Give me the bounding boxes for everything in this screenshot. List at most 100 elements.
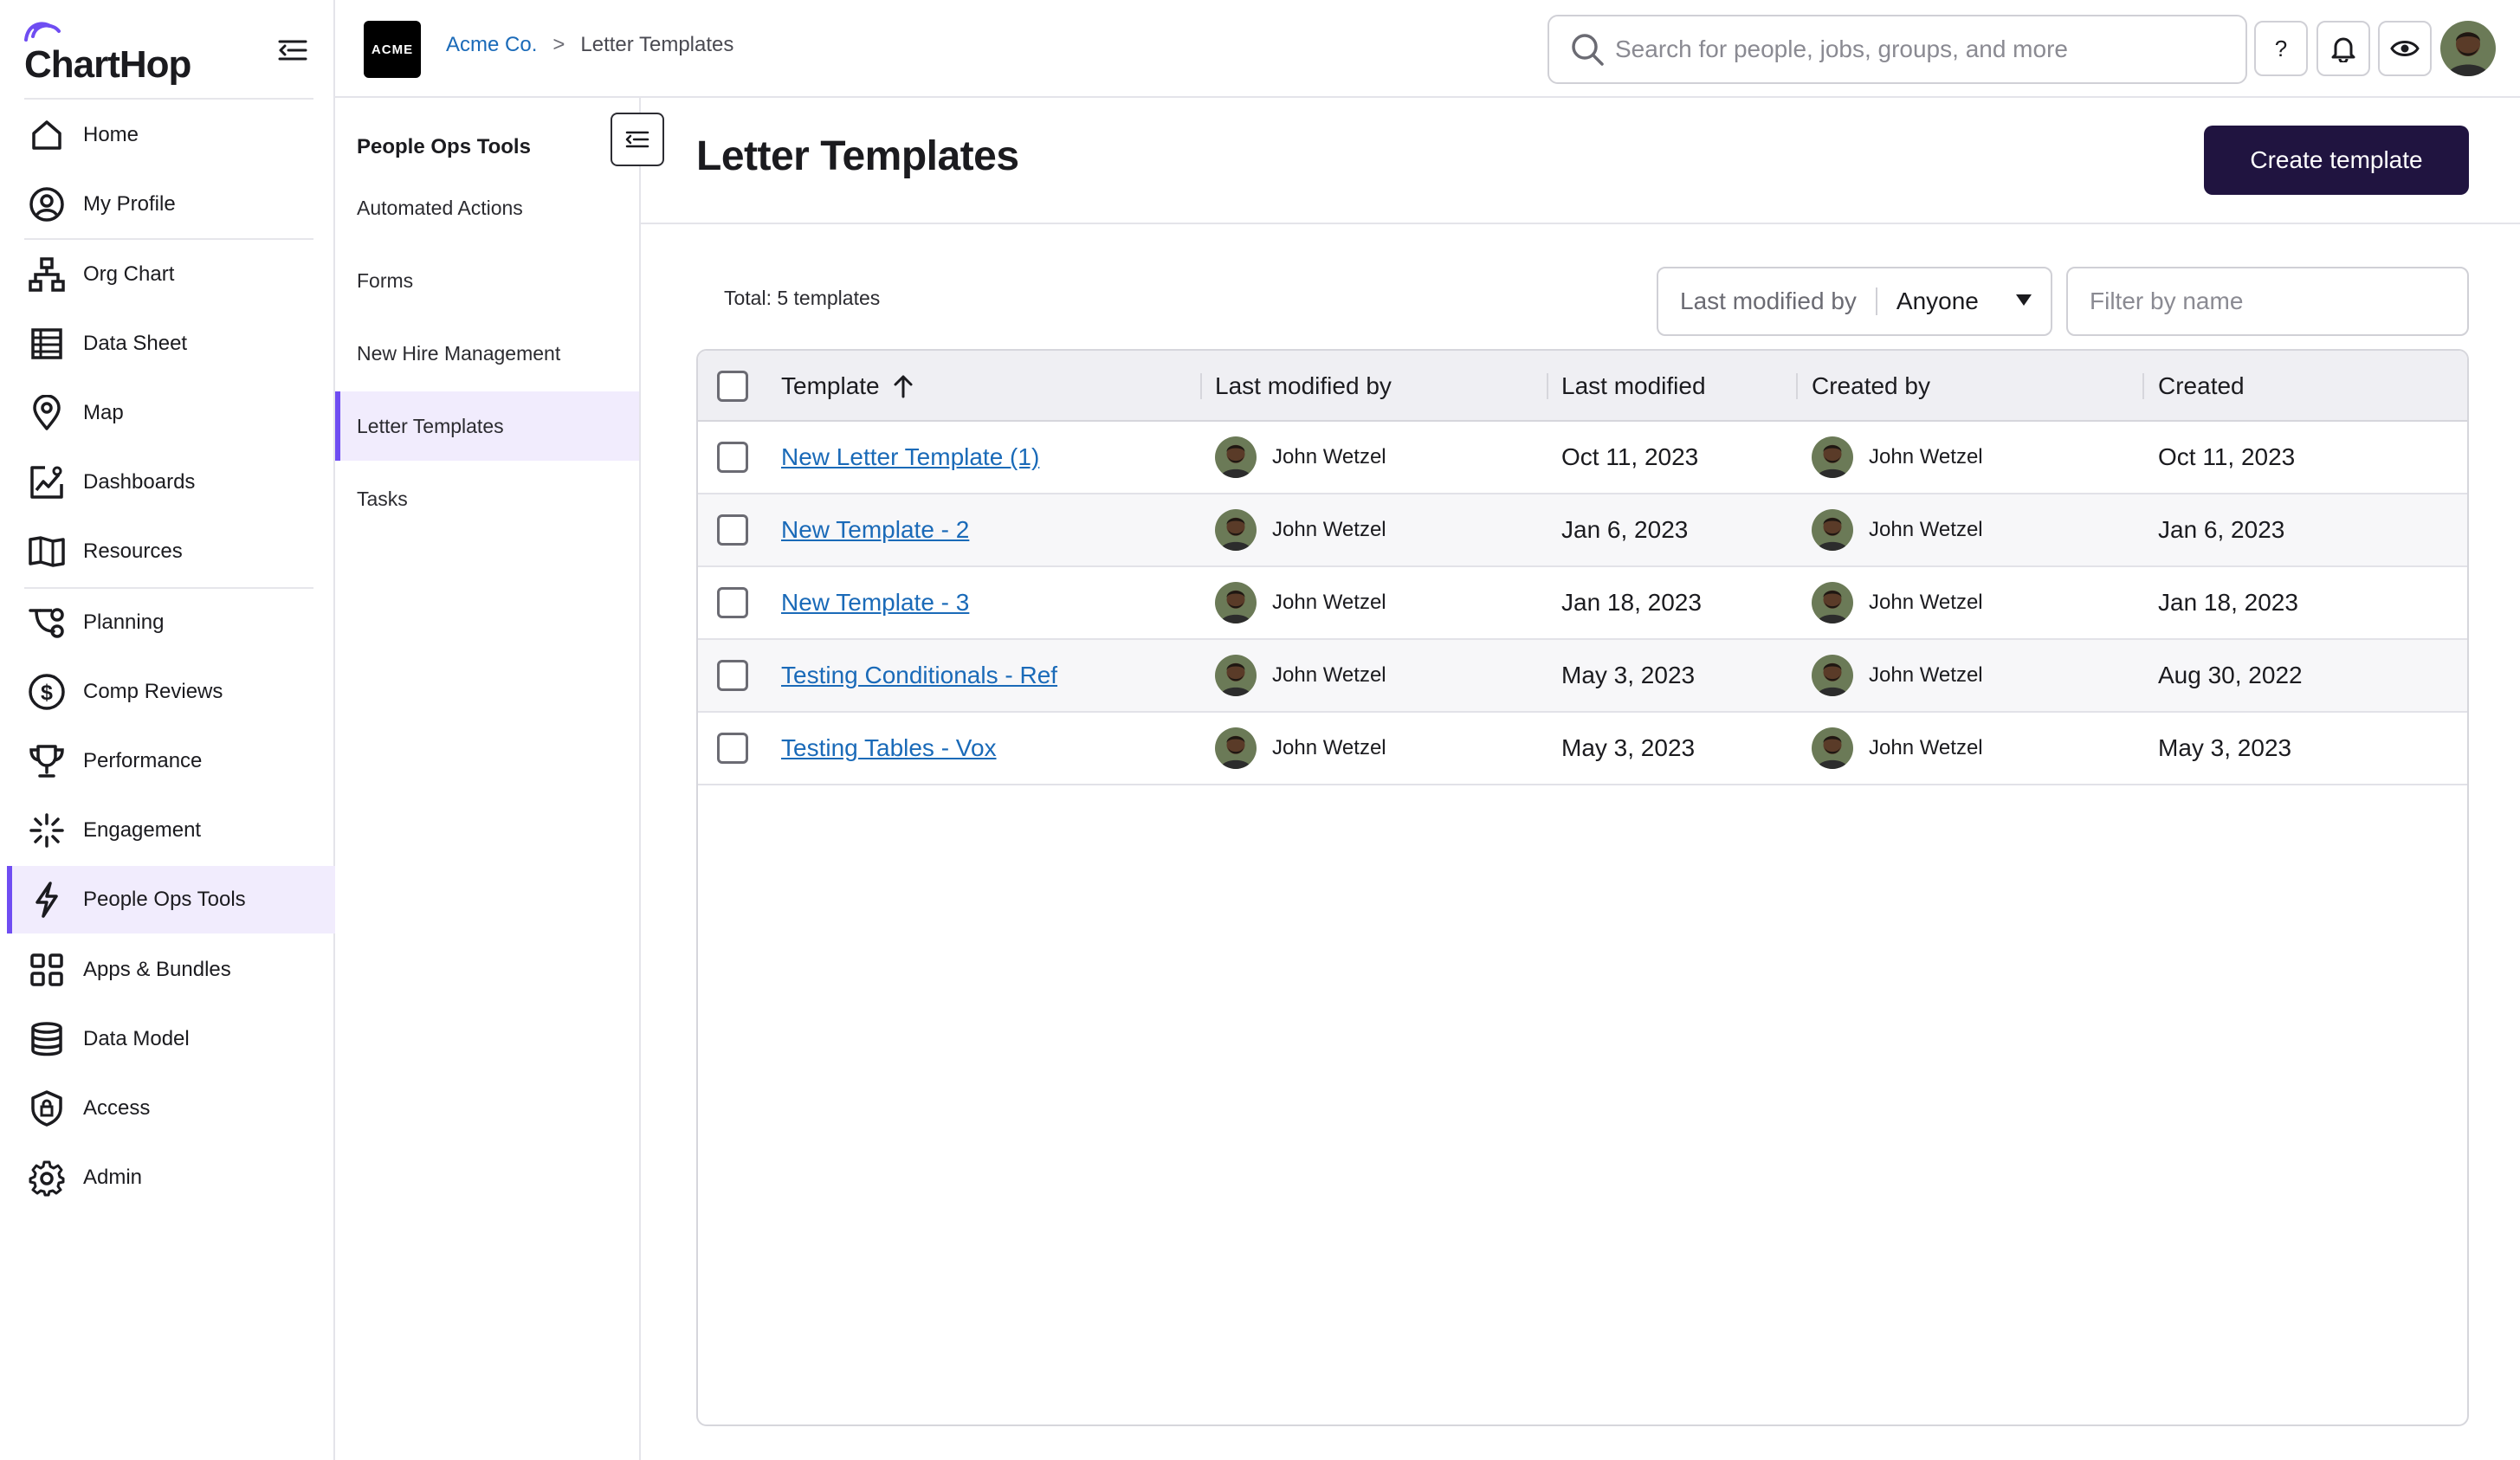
modified-by-cell[interactable]: John Wetzel (1215, 494, 1386, 565)
org-logo[interactable]: ACME (364, 21, 421, 78)
person-name: John Wetzel (1272, 663, 1386, 687)
table-row: New Template - 3 John Wetzel Jan 18, 202… (698, 567, 2467, 640)
column-label: Template (781, 372, 880, 399)
modified-by-cell[interactable]: John Wetzel (1215, 422, 1386, 493)
subnav-item-label: New Hire Management (357, 341, 561, 365)
search-input[interactable] (1615, 36, 2221, 63)
row-checkbox[interactable] (717, 660, 748, 691)
created-by-cell[interactable]: John Wetzel (1812, 494, 1983, 565)
select-all-checkbox[interactable] (717, 371, 748, 402)
view-as-button[interactable] (2378, 21, 2432, 76)
nav-item-dashboards[interactable]: Dashboards (7, 449, 335, 516)
nav-item-data-model[interactable]: Data Model (7, 1005, 335, 1073)
modified-by-cell[interactable]: John Wetzel (1215, 713, 1386, 784)
person-name: John Wetzel (1869, 518, 1983, 541)
avatar (1812, 582, 1853, 623)
template-link[interactable]: New Letter Template (1) (781, 443, 1039, 471)
nav-item-performance[interactable]: Performance (7, 727, 335, 795)
dashboard-icon (26, 462, 68, 503)
filter-label: Last modified by (1680, 287, 1857, 314)
subnav-item-label: Tasks (357, 487, 408, 510)
nav-item-label: Dashboards (83, 470, 196, 494)
breadcrumb-org-link[interactable]: Acme Co. (446, 33, 537, 57)
table-row: Testing Tables - Vox John Wetzel May 3, … (698, 713, 2467, 785)
row-checkbox[interactable] (717, 587, 748, 618)
nav-item-my-profile[interactable]: My Profile (7, 171, 335, 238)
subnav-item-automated-actions[interactable]: Automated Actions (335, 173, 639, 242)
nav-item-label: Home (83, 123, 139, 146)
last-modified-date: Jan 6, 2023 (1561, 516, 1689, 543)
subnav-item-new-hire-management[interactable]: New Hire Management (335, 319, 639, 388)
created-by-cell[interactable]: John Wetzel (1812, 713, 1983, 784)
nav-item-label: Data Sheet (83, 332, 188, 355)
subnav-item-forms[interactable]: Forms (335, 246, 639, 315)
person-name: John Wetzel (1869, 591, 1983, 614)
nav-item-label: People Ops Tools (83, 888, 246, 911)
table-icon (26, 323, 68, 365)
created-by-cell[interactable]: John Wetzel (1812, 640, 1983, 711)
filter-divider (1875, 287, 1877, 315)
nav-item-access[interactable]: Access (7, 1075, 335, 1142)
nav-item-engagement[interactable]: Engagement (7, 797, 335, 864)
collapse-secondary-nav-button[interactable] (611, 113, 664, 166)
notifications-button[interactable] (2316, 21, 2370, 76)
nav-item-planning[interactable]: Planning (7, 589, 335, 656)
template-link[interactable]: Testing Tables - Vox (781, 734, 997, 762)
template-link[interactable]: New Template - 2 (781, 516, 969, 544)
created-date: Jan 18, 2023 (2158, 589, 2298, 616)
section-title: People Ops Tools (357, 135, 531, 158)
nav-item-label: Org Chart (83, 262, 175, 286)
collapse-menu-icon (625, 131, 649, 148)
row-checkbox[interactable] (717, 442, 748, 473)
column-label: Created by (1812, 372, 1930, 399)
nav-item-label: Access (83, 1096, 151, 1120)
filter-by-name-input[interactable] (2066, 267, 2469, 336)
column-header-created[interactable]: Created (2158, 351, 2245, 422)
charthop-logo[interactable]: ChartHop (24, 17, 191, 87)
nav-item-apps-bundles[interactable]: Apps & Bundles (7, 936, 335, 1004)
main-sidebar: ChartHop Home My Profile Org Chart Data … (0, 0, 335, 1460)
subnav-item-label: Forms (357, 268, 414, 292)
created-by-cell[interactable]: John Wetzel (1812, 422, 1983, 493)
column-header-template[interactable]: Template (781, 351, 914, 422)
create-template-button[interactable]: Create template (2204, 126, 2469, 195)
subnav-item-letter-templates[interactable]: Letter Templates (335, 391, 639, 461)
person-name: John Wetzel (1869, 663, 1983, 687)
filter-value: Anyone (1896, 287, 1979, 314)
subnav-item-tasks[interactable]: Tasks (335, 464, 639, 533)
row-checkbox[interactable] (717, 733, 748, 764)
created-by-cell[interactable]: John Wetzel (1812, 567, 1983, 638)
global-search[interactable] (1548, 15, 2247, 84)
template-link[interactable]: Testing Conditionals - Ref (781, 662, 1057, 689)
avatar (1215, 582, 1257, 623)
nav-item-data-sheet[interactable]: Data Sheet (7, 310, 335, 378)
table-header: Template Last modified by Last modified … (698, 351, 2467, 422)
nav-item-label: Admin (83, 1166, 143, 1189)
avatar-photo (2440, 21, 2496, 76)
brand-name: ChartHop (24, 43, 191, 86)
nav-item-resources[interactable]: Resources (7, 518, 335, 585)
user-avatar[interactable] (2440, 21, 2496, 76)
collapse-sidebar-button[interactable] (275, 33, 310, 68)
nav-divider (24, 98, 313, 100)
template-link[interactable]: New Template - 3 (781, 589, 969, 617)
column-header-last-modified-by[interactable]: Last modified by (1215, 351, 1392, 422)
nav-item-admin[interactable]: Admin (7, 1144, 335, 1211)
column-header-last-modified[interactable]: Last modified (1561, 351, 1706, 422)
nav-item-map[interactable]: Map (7, 379, 335, 447)
modified-by-cell[interactable]: John Wetzel (1215, 640, 1386, 711)
nav-item-home[interactable]: Home (7, 101, 335, 169)
nav-item-org-chart[interactable]: Org Chart (7, 241, 335, 308)
last-modified-by-filter[interactable]: Last modified by Anyone (1657, 267, 2052, 336)
row-checkbox[interactable] (717, 514, 748, 546)
nav-item-people-ops-tools[interactable]: People Ops Tools (7, 866, 335, 933)
created-date: Aug 30, 2022 (2158, 662, 2303, 688)
nav-item-label: Engagement (83, 818, 202, 842)
table-row: New Template - 2 John Wetzel Jan 6, 2023… (698, 494, 2467, 567)
nav-item-comp-reviews[interactable]: $ Comp Reviews (7, 658, 335, 726)
column-label: Created (2158, 372, 2245, 399)
help-button[interactable]: ? (2254, 21, 2308, 76)
avatar (1215, 509, 1257, 551)
modified-by-cell[interactable]: John Wetzel (1215, 567, 1386, 638)
column-header-created-by[interactable]: Created by (1812, 351, 1930, 422)
